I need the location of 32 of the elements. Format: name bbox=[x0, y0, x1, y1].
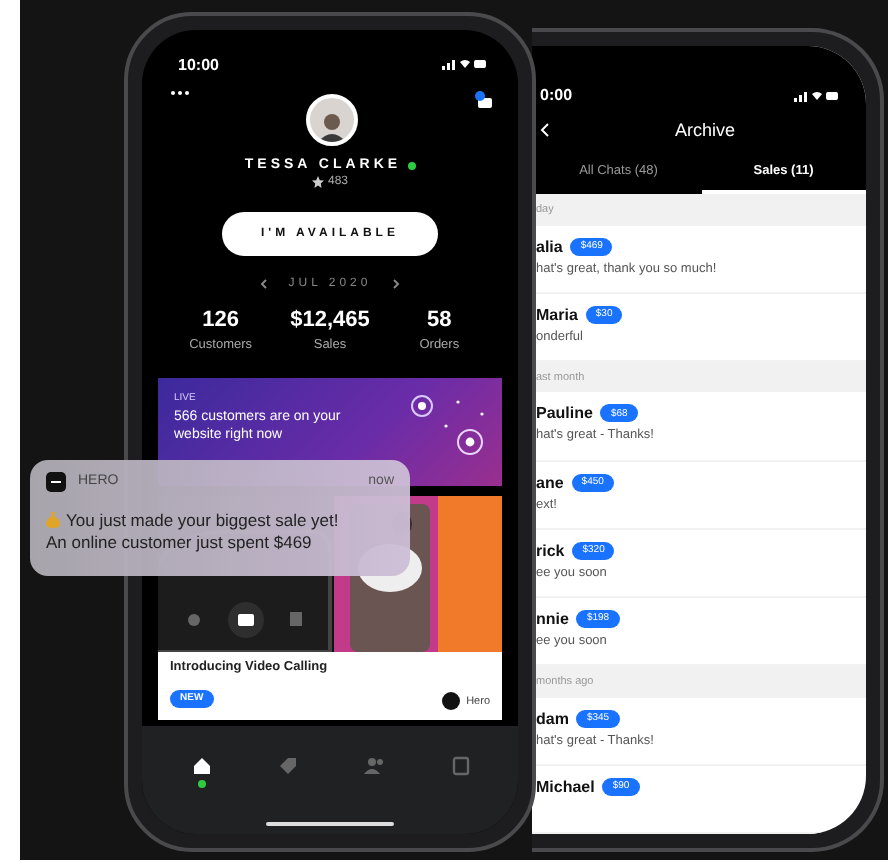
stat-value: 126 bbox=[200, 308, 241, 332]
tag-icon bbox=[277, 756, 297, 776]
chevron-right-icon[interactable] bbox=[391, 278, 400, 290]
contact-name: nnie bbox=[536, 609, 569, 628]
notification-text: You just made your biggest sale yet! bbox=[66, 510, 339, 530]
money-bag-icon bbox=[46, 512, 60, 528]
screen-title: Archive bbox=[672, 120, 737, 140]
avatar bbox=[306, 94, 358, 146]
book-icon bbox=[451, 756, 469, 776]
contact-name: alia bbox=[536, 237, 563, 256]
brand-logo-icon bbox=[442, 692, 461, 710]
inbox-icon[interactable] bbox=[474, 90, 494, 110]
people-icon bbox=[363, 756, 385, 776]
status-time: 0:00 bbox=[540, 86, 573, 104]
contact-name: dam bbox=[536, 709, 569, 728]
star-icon bbox=[311, 176, 324, 188]
contact-name: rick bbox=[536, 541, 565, 560]
status-icons bbox=[442, 58, 486, 70]
notification-text: An online customer just spent $469 bbox=[46, 532, 312, 552]
stat-value: 58 bbox=[425, 308, 454, 332]
status-time: 10:00 bbox=[178, 55, 219, 73]
home-icon bbox=[191, 756, 211, 776]
app-icon bbox=[46, 471, 66, 491]
status-icons bbox=[794, 89, 838, 101]
contact-name: Pauline bbox=[536, 404, 593, 423]
chevron-left-icon[interactable] bbox=[260, 278, 269, 290]
back-icon[interactable] bbox=[540, 122, 550, 138]
contact-name: Maria bbox=[536, 305, 578, 324]
more-icon[interactable] bbox=[170, 90, 190, 96]
contact-name: Michael bbox=[536, 777, 595, 796]
contact-name: ane bbox=[536, 473, 564, 492]
stat-value: $12,465 bbox=[288, 308, 372, 332]
